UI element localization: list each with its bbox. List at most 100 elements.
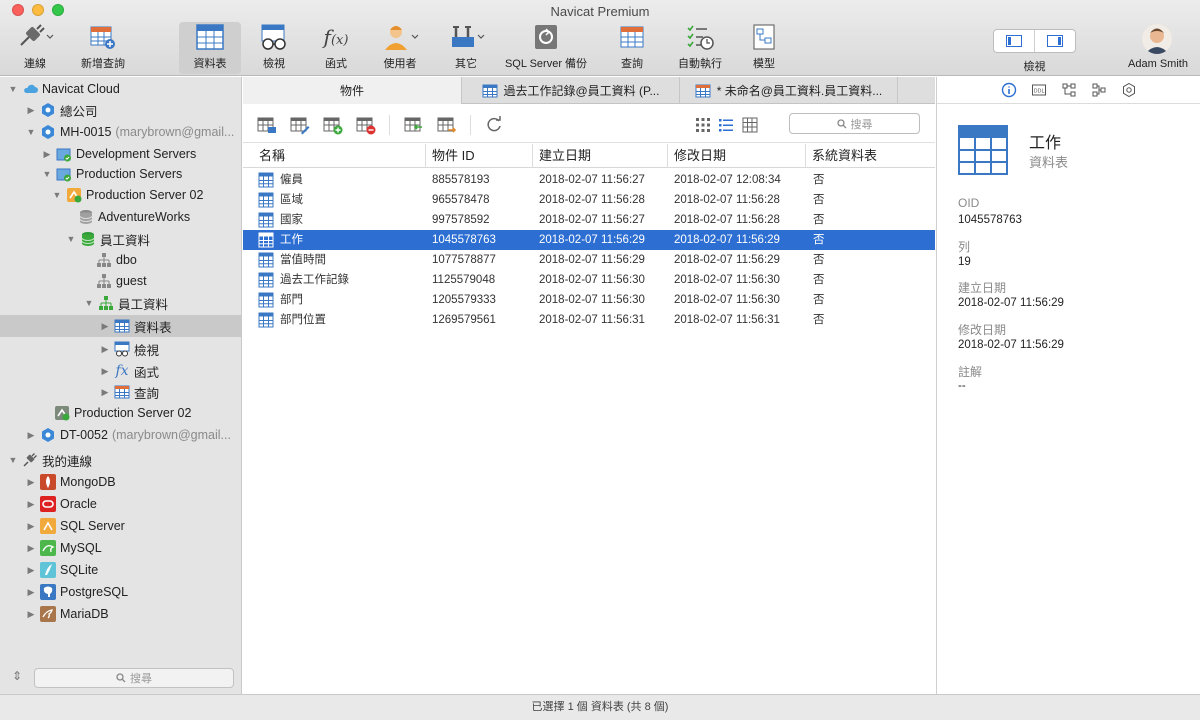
tree-item-label: Production Server 02 [86, 188, 204, 202]
tree-item-mariadb[interactable]: ▶ MariaDB [0, 603, 242, 625]
tree-item-schema-employee[interactable]: ▼ 員工資料 [0, 292, 242, 314]
disclosure-closed-icon[interactable]: ▶ [26, 499, 36, 510]
tab-objects[interactable]: 物件 [243, 77, 462, 104]
new-table-icon[interactable] [323, 115, 343, 135]
disclosure-closed-icon[interactable]: ▶ [42, 149, 52, 160]
tree-item-functions[interactable]: ▶ fx 函式 [0, 360, 242, 382]
disclosure-closed-icon[interactable]: ▶ [26, 105, 36, 116]
layout-right-pane-button[interactable] [1034, 30, 1075, 52]
table-row[interactable]: 過去工作記錄 1125579048 2018-02-07 11:56:30 2018-… [243, 270, 935, 290]
settings-hex-icon[interactable] [1121, 82, 1137, 98]
disclosure-open-icon[interactable]: ▼ [52, 190, 62, 200]
table-row[interactable]: 當值時間 1077578877 2018-02-07 11:56:29 2018-02… [243, 250, 935, 270]
tree-item-label: 檢視 [134, 343, 160, 358]
disclosure-open-icon[interactable]: ▼ [8, 455, 18, 465]
ddl-icon[interactable]: DDL [1031, 82, 1047, 98]
column-header-modified[interactable]: 修改日期 [668, 144, 806, 168]
disclosure-closed-icon[interactable]: ▶ [100, 387, 110, 398]
tree-item-production-servers[interactable]: ▼ Production Servers [0, 163, 242, 185]
disclosure-open-icon[interactable]: ▼ [42, 169, 52, 179]
toolbar-function-button[interactable]: f(x) 函式 [312, 22, 360, 74]
tree-item-sqlite[interactable]: ▶ SQLite [0, 559, 242, 581]
tree-item-mh-0015[interactable]: ▼ MH-0015 (marybrown@gmail... [0, 121, 242, 143]
tree-item-navicat-cloud[interactable]: ▼ Navicat Cloud [0, 78, 242, 100]
disclosure-closed-icon[interactable]: ▶ [100, 321, 110, 332]
column-header-system[interactable]: 系統資料表 [806, 144, 935, 168]
delete-table-icon[interactable] [356, 115, 376, 135]
column-header-created[interactable]: 建立日期 [533, 144, 668, 168]
disclosure-closed-icon[interactable]: ▶ [100, 344, 110, 355]
tree-item-mongodb[interactable]: ▶ MongoDB [0, 471, 242, 493]
export-wizard-icon[interactable] [437, 115, 457, 135]
table-row[interactable]: 僱員 885578193 2018-02-07 11:56:27 2018-02-07… [243, 170, 935, 190]
tree-item-postgresql[interactable]: ▶ PostgreSQL [0, 581, 242, 603]
design-table-icon[interactable] [290, 115, 310, 135]
import-wizard-icon[interactable] [404, 115, 424, 135]
toolbar-query-button[interactable]: 查詢 [608, 22, 656, 74]
table-row[interactable]: 部門位置 1269579561 2018-02-07 11:56:31 2018-02… [243, 310, 935, 330]
table-created-cell: 2018-02-07 11:56:27 [539, 214, 645, 226]
disclosure-closed-icon[interactable]: ▶ [26, 543, 36, 554]
tree-item-adventureworks[interactable]: AdventureWorks [0, 206, 242, 228]
column-header-object-id[interactable]: 物件 ID [426, 144, 533, 168]
tree-item-oracle[interactable]: ▶ Oracle [0, 493, 242, 515]
relation-icon[interactable] [1091, 82, 1107, 98]
tree-item-dt-0052[interactable]: ▶ DT-0052 (marybrown@gmail... [0, 424, 242, 446]
toolbar-new-query-button[interactable]: 新增查詢 [74, 22, 132, 74]
table-row[interactable]: 部門 1205579333 2018-02-07 11:56:30 2018-02-0… [243, 290, 935, 310]
disclosure-closed-icon[interactable]: ▶ [26, 565, 36, 576]
tree-item-employee-db[interactable]: ▼ 員工資料 [0, 228, 242, 250]
tree-item-production-server-02-b[interactable]: Production Server 02 [0, 402, 242, 424]
disclosure-open-icon[interactable]: ▼ [26, 127, 36, 137]
tree-item-queries[interactable]: ▶ 查詢 [0, 381, 242, 403]
disclosure-open-icon[interactable]: ▼ [8, 84, 18, 94]
open-table-icon[interactable] [257, 115, 277, 135]
tree-item-sql-server[interactable]: ▶ SQL Server [0, 515, 242, 537]
object-search-input[interactable]: 搜尋 [789, 113, 920, 134]
dependency-icon[interactable] [1061, 82, 1077, 98]
info-icon[interactable] [1001, 82, 1017, 98]
tree-item-headquarters[interactable]: ▶ 總公司 [0, 99, 242, 121]
tree-item-schema-guest[interactable]: guest [0, 270, 242, 292]
tab-work-history[interactable]: 過去工作記錄@員工資料 (P... [462, 77, 680, 104]
list-view-icon[interactable] [716, 115, 736, 135]
toolbar-model-button[interactable]: 模型 [740, 22, 788, 74]
sidebar-search-input[interactable]: 搜尋 [34, 668, 234, 688]
grid-view-icon[interactable] [693, 115, 713, 135]
table-row[interactable]: 區域 965578478 2018-02-07 11:56:28 2018-02-07… [243, 190, 935, 210]
column-header-name[interactable]: 名稱 [253, 144, 426, 168]
toolbar-view-button[interactable]: 檢視 [248, 22, 300, 74]
tree-item-mysql[interactable]: ▶ MySQL [0, 537, 242, 559]
toolbar-others-button[interactable]: 其它 [440, 22, 492, 74]
tree-item-views[interactable]: ▶ 檢視 [0, 338, 242, 360]
tree-item-schema-dbo[interactable]: dbo [0, 249, 242, 271]
table-row[interactable]: 工作 1045578763 2018-02-07 11:56:29 2018-02-0… [243, 230, 935, 250]
disclosure-closed-icon[interactable]: ▶ [26, 587, 36, 598]
toolbar-table-button[interactable]: 資料表 [179, 22, 241, 74]
disclosure-closed-icon[interactable]: ▶ [26, 609, 36, 620]
toolbar-user-button[interactable]: 使用者 [374, 22, 426, 74]
layout-left-pane-button[interactable] [994, 30, 1034, 52]
avatar[interactable] [1142, 24, 1172, 54]
tab-untitled-query[interactable]: * 未命名@員工資料.員工資料... [680, 77, 898, 104]
toolbar-automation-button[interactable]: 自動執行 [675, 22, 725, 74]
toolbar-label: SQL Server 備份 [504, 58, 588, 70]
toolbar-backup-button[interactable]: SQL Server 備份 [504, 22, 588, 74]
refresh-icon[interactable] [484, 115, 504, 135]
disclosure-closed-icon[interactable]: ▶ [26, 477, 36, 488]
disclosure-closed-icon[interactable]: ▶ [26, 430, 36, 441]
table-created-cell: 2018-02-07 11:56:30 [539, 274, 645, 286]
toolbar-connection-button[interactable]: 連線 [10, 22, 60, 74]
detail-view-icon[interactable] [740, 115, 760, 135]
tree-item-tables[interactable]: ▶ 資料表 [0, 315, 242, 337]
tree-item-production-server-02[interactable]: ▼ Production Server 02 [0, 184, 242, 206]
table-row[interactable]: 國家 997578592 2018-02-07 11:56:27 2018-02-07… [243, 210, 935, 230]
tree-item-development-servers[interactable]: ▶ Development Servers [0, 143, 242, 165]
disclosure-closed-icon[interactable]: ▶ [26, 521, 36, 532]
mariadb-icon [40, 606, 56, 622]
disclosure-open-icon[interactable]: ▼ [84, 298, 94, 308]
tree-item-my-connections[interactable]: ▼ 我的連線 [0, 449, 242, 471]
disclosure-closed-icon[interactable]: ▶ [100, 366, 110, 377]
disclosure-open-icon[interactable]: ▼ [66, 234, 76, 244]
sort-updown-icon[interactable]: ⇕ [12, 669, 22, 683]
